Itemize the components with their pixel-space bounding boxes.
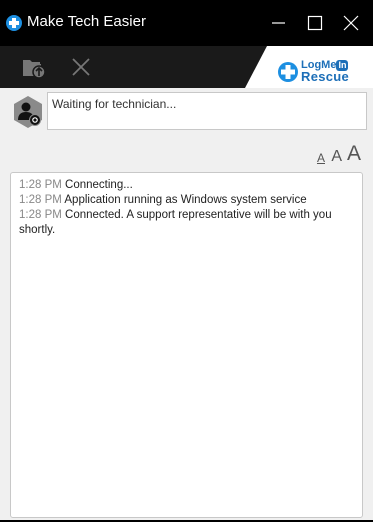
app-window: Make Tech Easier LogMe In Rescue Waiting… <box>0 0 373 522</box>
close-icon <box>343 15 359 31</box>
status-text: Waiting for technician... <box>52 97 177 111</box>
technician-avatar-icon <box>14 96 42 128</box>
font-size-small-button[interactable]: A <box>317 151 325 165</box>
end-session-button[interactable] <box>70 56 94 78</box>
technician-avatar <box>13 96 43 128</box>
close-window-button[interactable] <box>336 8 366 38</box>
toolbar: LogMe In Rescue <box>0 46 373 88</box>
log-entry: 1:28 PM Connecting... <box>19 178 354 193</box>
log-time: 1:28 PM <box>19 209 62 221</box>
log-time: 1:28 PM <box>19 194 62 206</box>
font-size-large-button[interactable]: A <box>347 142 361 166</box>
log-entry: 1:28 PM Application running as Windows s… <box>19 193 354 208</box>
log-message: Connected. A support representative will… <box>19 209 332 236</box>
logmein-rescue-logo: LogMe In Rescue <box>245 46 373 88</box>
log-time: 1:28 PM <box>19 179 62 191</box>
logo-rescue: Rescue <box>301 69 350 84</box>
logo-text: LogMe In Rescue <box>301 60 350 84</box>
chat-log[interactable]: 1:28 PM Connecting... 1:28 PM Applicatio… <box>10 172 363 518</box>
log-message: Application running as Windows system se… <box>64 194 307 206</box>
log-entry: 1:28 PM Connected. A support representat… <box>19 208 354 238</box>
window-title: Make Tech Easier <box>27 13 146 30</box>
minimize-icon <box>272 22 285 24</box>
logmein-rescue-cross-icon <box>6 15 22 31</box>
font-size-medium-button[interactable]: A <box>331 148 342 166</box>
content-area: Waiting for technician... A A A 1:28 PM … <box>0 88 373 520</box>
file-transfer-button[interactable] <box>22 56 46 79</box>
font-size-controls: A A A <box>301 142 361 166</box>
close-x-icon <box>72 58 90 76</box>
maximize-icon <box>307 15 323 31</box>
maximize-button[interactable] <box>300 8 330 38</box>
minimize-button[interactable] <box>263 8 293 38</box>
title-bar[interactable]: Make Tech Easier <box>0 0 373 46</box>
status-field: Waiting for technician... <box>47 92 367 130</box>
log-message: Connecting... <box>65 179 133 191</box>
folder-upload-icon <box>23 60 46 79</box>
